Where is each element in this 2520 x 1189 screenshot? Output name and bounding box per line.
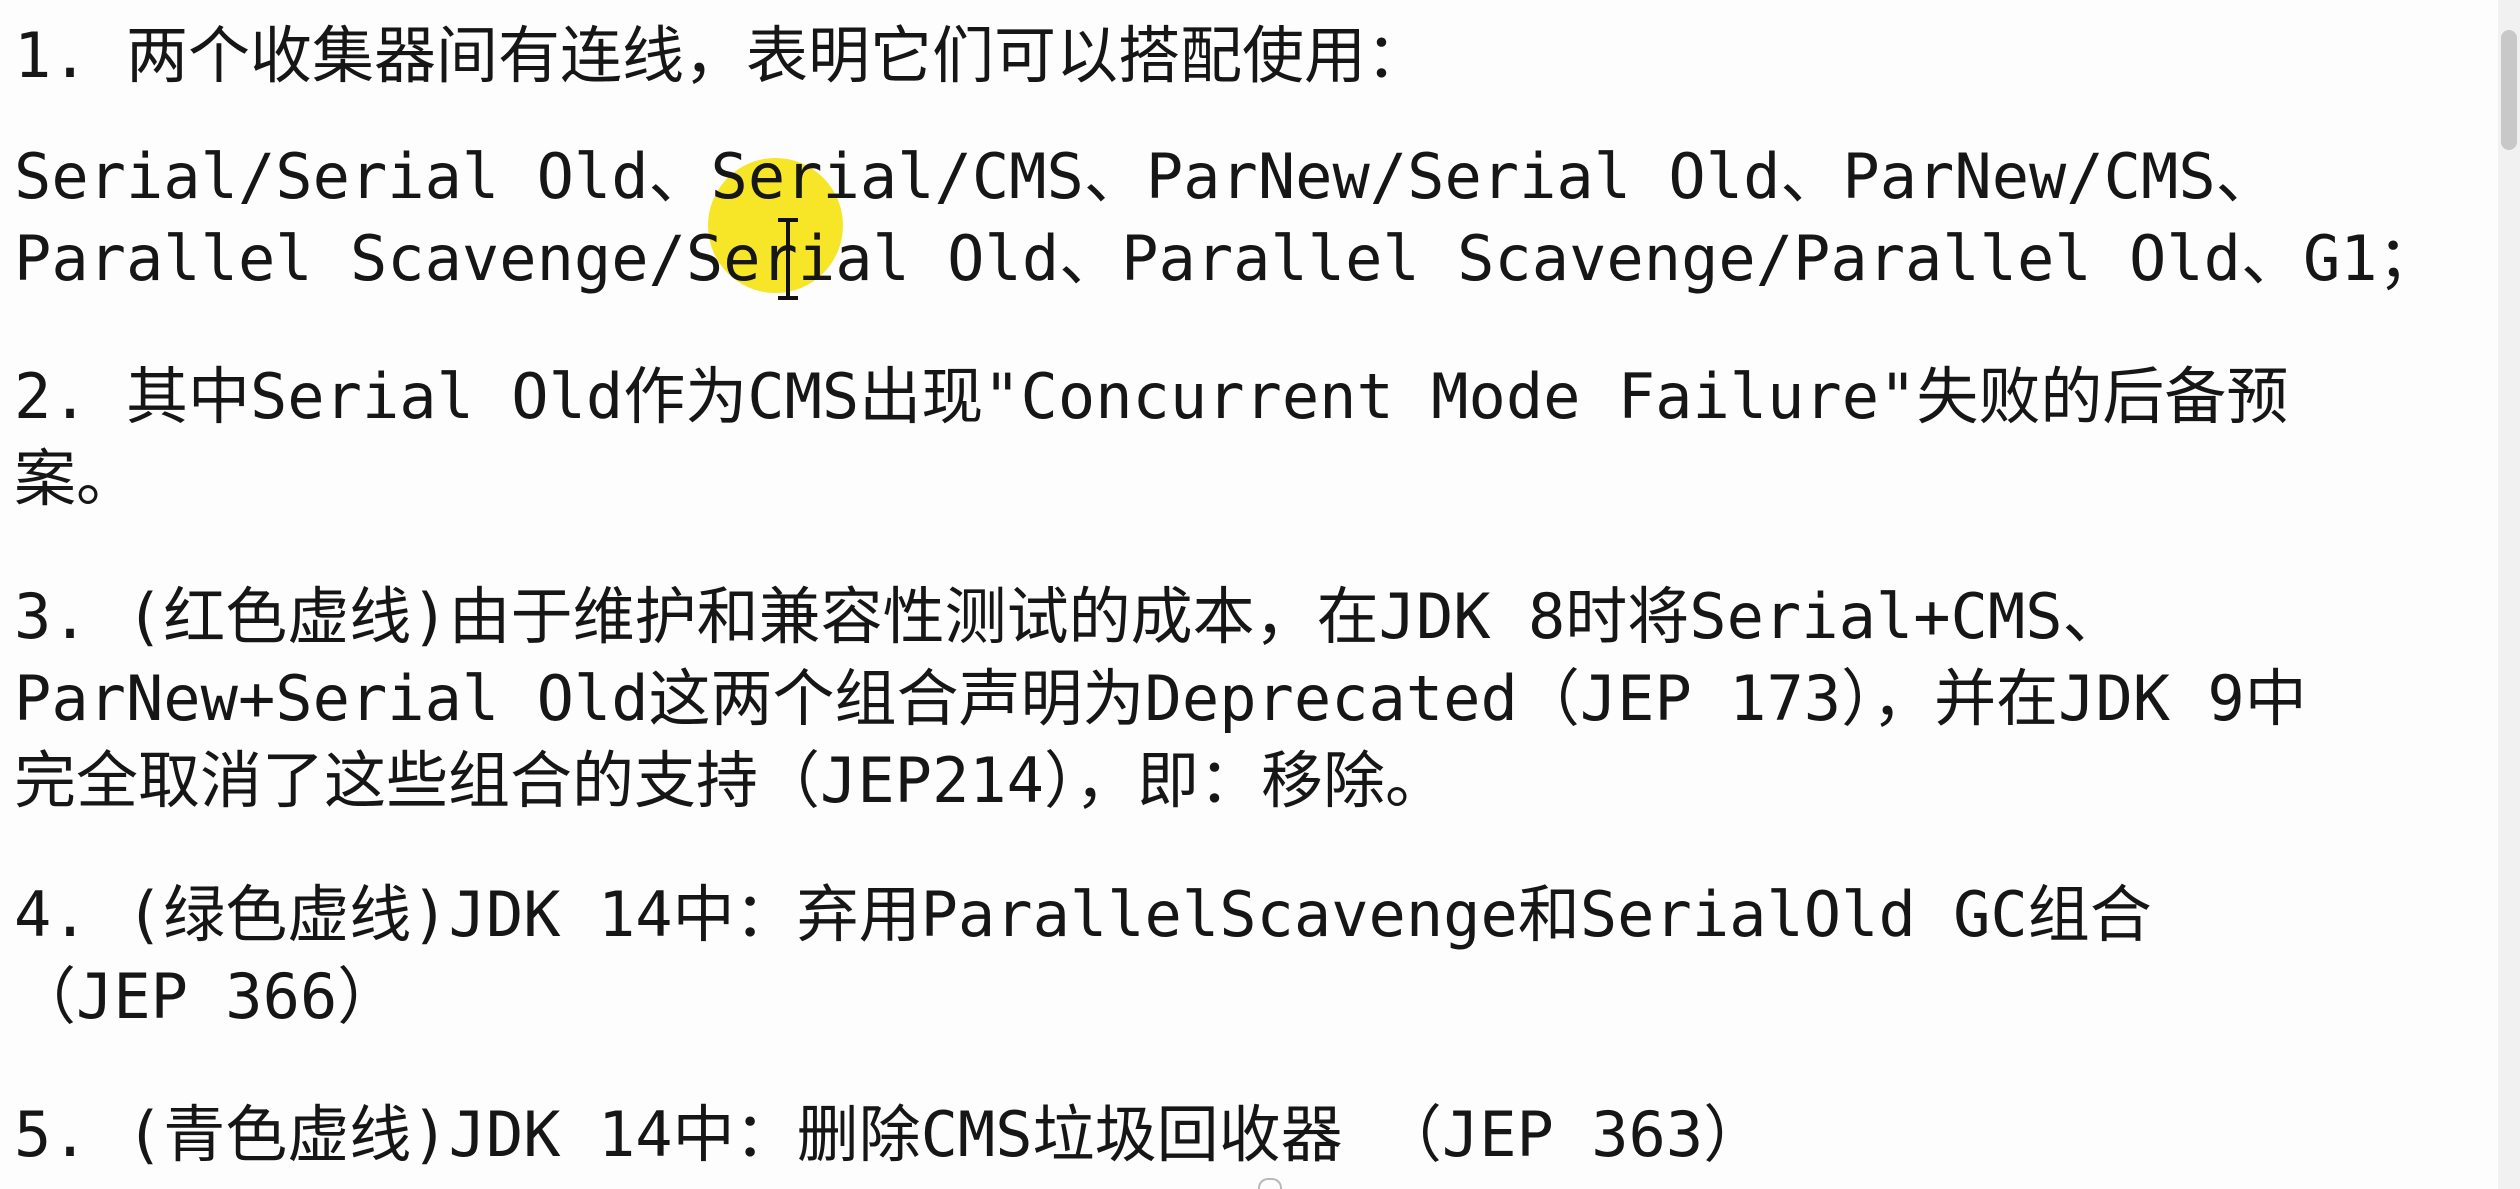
combo-list-line-2: Parallel Scavenge/Serial Old、Parallel Sc… [14, 222, 2440, 295]
bottom-edge-mark [1258, 1178, 1282, 1189]
document-page: 1. 两个收集器间有连线，表明它们可以搭配使用： Serial/Serial O… [0, 0, 2520, 1189]
point-3-text-line-1: 3. (红色虚线)由于维护和兼容性测试的成本，在JDK 8时将Serial+CM… [14, 580, 2125, 653]
point-3-text-line-2: ParNew+Serial Old这两个组合声明为Deprecated（JEP … [14, 662, 2307, 735]
point-4-text-line-1: 4. (绿色虚线)JDK 14中：弃用ParallelScavenge和Seri… [14, 878, 2152, 951]
point-3-text-line-3: 完全取消了这些组合的支持（JEP214），即：移除。 [14, 744, 1447, 817]
point-2-text-line-1: 2. 其中Serial Old作为CMS出现"Concurrent Mode F… [14, 360, 2289, 433]
scrollbar-thumb[interactable] [2501, 30, 2517, 150]
point-2-text-line-2: 案。 [14, 442, 139, 515]
text-cursor-icon [778, 218, 798, 300]
point-5-text: 5. (青色虚线)JDK 14中：删除CMS垃圾回收器 （JEP 363） [14, 1098, 1766, 1171]
point-4-text-line-2: （JEP 366） [14, 960, 400, 1033]
combo-list-line-1: Serial/Serial Old、Serial/CMS、ParNew/Seri… [14, 140, 2278, 213]
point-1-text: 1. 两个收集器间有连线，表明它们可以搭配使用： [14, 19, 1428, 92]
vertical-scrollbar[interactable] [2498, 0, 2520, 1189]
